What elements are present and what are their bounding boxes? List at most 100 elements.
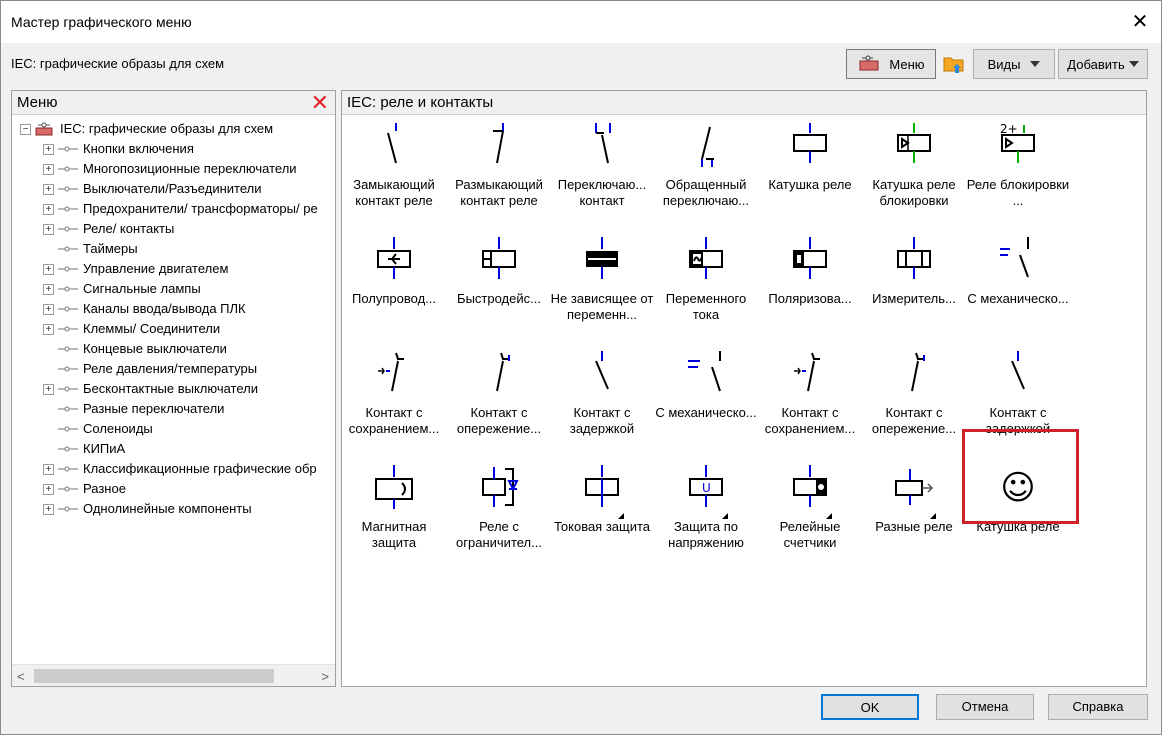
menu-button[interactable]: Меню [846,49,936,79]
symbol-tile[interactable]: Обращенный переключаю... [654,119,758,219]
tree-item[interactable]: + Бесконтактные выключатели [12,379,335,399]
category-icon [58,386,78,392]
tree-item[interactable]: + Однолинейные компоненты [12,499,335,519]
tree-item[interactable]: + Каналы ввода/вывода ПЛК [12,299,335,319]
title-bar: Мастер графического меню ✕ [1,1,1161,43]
symbol-tile[interactable]: С механическо... [654,347,758,447]
tree-item-label: Разные переключатели [83,401,225,416]
symbol-grid: Замыкающий контакт реле Размыкающий конта… [342,117,1146,682]
scroll-left-icon[interactable]: < [17,669,25,684]
selection-highlight [962,429,1079,524]
tree-item[interactable]: + Управление двигателем [12,259,335,279]
tree-item[interactable]: + Кнопки включения [12,139,335,159]
category-icon [58,486,78,492]
latching-coil-icon [897,123,931,163]
tree-root[interactable]: − IEC: графические образы для схем [12,119,335,139]
tree-item-label: Предохранители/ трансформаторы/ ре [83,201,318,216]
expand-icon[interactable]: + [43,204,54,215]
expand-icon[interactable]: + [43,504,54,515]
collapse-icon[interactable]: − [20,124,31,135]
symbol-tile[interactable]: Замыкающий контакт реле [342,119,446,219]
tree-item[interactable]: + Разное [12,479,335,499]
symbol-label: Катушка реле [768,177,852,192]
symbol-tile[interactable]: Контакт с сохранением... [342,347,446,447]
folder-button[interactable] [939,49,969,79]
misc-relay-icon [895,469,934,505]
tree-item-label: Сигнальные лампы [83,281,201,296]
tree-item-label: КИПиА [83,441,126,456]
symbol-label: Контакт с сохранением... [348,405,440,436]
reversed-changeover-icon [701,126,714,167]
symbol-tile[interactable]: 2+ Реле блокировки ... [966,119,1070,219]
delete-icon[interactable]: ✕ [311,92,329,114]
symbol-tile[interactable]: Переключаю... контакт [550,119,654,219]
tree-item[interactable]: Концевые выключатели [12,339,335,359]
tree-item[interactable]: + Многопозиционные переключатели [12,159,335,179]
help-button[interactable]: Справка [1048,694,1148,720]
symbol-tile[interactable]: Не зависящее от переменн... [550,233,654,333]
symbol-tile[interactable]: Переменного тока [654,233,758,333]
toolbar: IEC: графические образы для схем Меню Ви… [1,43,1161,87]
symbol-label: Измеритель... [872,291,956,306]
symbol-tile[interactable]: Реле с ограничител... [447,461,551,561]
symbol-tile[interactable]: Полупровод... [342,233,446,333]
tree-item[interactable]: + Реле/ контакты [12,219,335,239]
expand-icon[interactable]: + [43,384,54,395]
tree-item[interactable]: Соленоиды [12,419,335,439]
tree-item-label: Реле давления/температуры [83,361,258,376]
expand-icon[interactable]: + [43,464,54,475]
symbol-tile[interactable]: Измеритель... [862,233,966,333]
scroll-right-icon[interactable]: > [321,669,329,684]
close-icon[interactable]: ✕ [1127,9,1153,35]
symbol-label: Магнитная защита [361,519,427,550]
add-dropdown[interactable]: Добавить [1058,49,1148,79]
expand-icon[interactable]: + [43,164,54,175]
tree-item[interactable]: КИПиА [12,439,335,459]
expand-icon[interactable]: + [43,144,54,155]
category-icon [58,406,78,412]
tree-item[interactable]: Разные переключатели [12,399,335,419]
tree-item[interactable]: + Клеммы/ Соединители [12,319,335,339]
symbol-tile[interactable]: Контакт с опережение... [862,347,966,447]
symbol-tile[interactable]: Катушка реле блокировки [862,119,966,219]
symbol-tile[interactable]: Контакт с опережение... [447,347,551,447]
symbol-tile[interactable]: Катушка реле [758,119,862,219]
symbol-tile[interactable]: Контакт с задержкой [550,347,654,447]
expand-icon[interactable]: + [43,184,54,195]
folder-icon [943,57,964,73]
symbol-tile[interactable]: Токовая защита [550,461,654,561]
symbol-tile[interactable]: Контакт с сохранением... [758,347,862,447]
expand-icon[interactable]: + [43,324,54,335]
expand-icon[interactable]: + [43,304,54,315]
tree-item[interactable]: + Предохранители/ трансформаторы/ ре [12,199,335,219]
semiconductor-relay-icon [377,237,411,279]
expand-icon[interactable]: + [43,484,54,495]
tree-item[interactable]: + Классификационные графические обр [12,459,335,479]
scrollbar-thumb[interactable] [34,669,274,683]
symbol-tile[interactable]: Разные реле [862,461,966,561]
retained-contact-2-icon [794,352,820,392]
symbol-label: Разные реле [875,519,953,534]
polarized-relay-icon [793,237,827,279]
symbol-label: Защита по напряжению [668,519,744,550]
ok-button[interactable]: OK [821,694,919,720]
tree-item[interactable]: + Выключатели/Разъединители [12,179,335,199]
symbol-tile[interactable]: Магнитная защита [342,461,446,561]
symbol-tile[interactable]: Поляризова... [758,233,862,333]
tree-item[interactable]: + Сигнальные лампы [12,279,335,299]
tree-item[interactable]: Таймеры [12,239,335,259]
symbol-label: Поляризова... [768,291,852,306]
horizontal-scrollbar[interactable]: < > [12,664,335,686]
expand-icon[interactable]: + [43,224,54,235]
symbol-tile[interactable]: С механическо... [966,233,1070,333]
symbol-tile[interactable]: Быстродейс... [447,233,551,333]
expand-icon[interactable]: + [43,284,54,295]
symbol-tile[interactable]: Размыкающий контакт реле [447,119,551,219]
menu-panel-title: Меню [17,94,58,111]
views-dropdown[interactable]: Виды [973,49,1055,79]
symbol-tile[interactable]: Релейные счетчики [758,461,862,561]
cancel-button[interactable]: Отмена [936,694,1034,720]
tree-item[interactable]: Реле давления/температуры [12,359,335,379]
expand-icon[interactable]: + [43,264,54,275]
symbol-tile[interactable]: U Защита по напряжению [654,461,758,561]
